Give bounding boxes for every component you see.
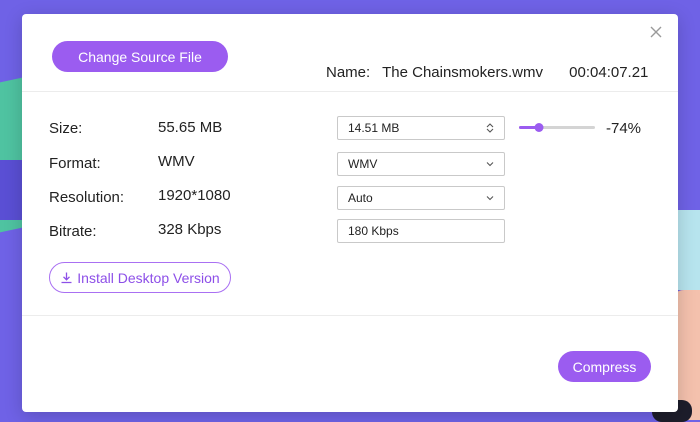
bitrate-input[interactable]: 180 Kbps [337, 219, 505, 243]
change-source-file-button[interactable]: Change Source File [52, 41, 228, 72]
compression-slider[interactable] [519, 123, 595, 132]
size-label: Size: [49, 120, 83, 137]
divider [22, 91, 678, 92]
compression-percent: -74% [606, 120, 642, 137]
size-stepper[interactable]: 14.51 MB [337, 116, 505, 140]
resolution-original-value: 1920*1080 [158, 187, 231, 204]
install-desktop-button[interactable]: Install Desktop Version [49, 262, 231, 293]
stepper-arrows-icon[interactable] [484, 122, 496, 134]
install-desktop-label: Install Desktop Version [77, 269, 220, 286]
size-target-value: 14.51 MB [348, 121, 400, 135]
close-icon[interactable] [648, 24, 664, 40]
bitrate-original-value: 328 Kbps [158, 221, 222, 238]
download-icon [61, 272, 72, 284]
chevron-down-icon [486, 196, 494, 201]
compress-dialog: Change Source File Name: The Chainsmoker… [22, 14, 678, 412]
format-original-value: WMV [158, 153, 195, 170]
chevron-down-icon [486, 162, 494, 167]
file-info: Name: The Chainsmokers.wmv 00:04:07.21 [326, 64, 648, 81]
size-original-value: 55.65 MB [158, 119, 223, 136]
format-label: Format: [49, 155, 101, 172]
slider-knob[interactable] [534, 123, 544, 132]
format-select[interactable]: WMV [337, 152, 505, 176]
resolution-selected-value: Auto [348, 191, 373, 205]
bitrate-label: Bitrate: [49, 223, 97, 240]
divider [22, 315, 678, 316]
name-label: Name: [326, 64, 371, 81]
duration: 00:04:07.21 [569, 64, 649, 81]
compress-button[interactable]: Compress [558, 351, 651, 382]
resolution-select[interactable]: Auto [337, 186, 505, 210]
file-name: The Chainsmokers.wmv [382, 64, 543, 81]
resolution-label: Resolution: [49, 189, 125, 206]
format-selected-value: WMV [348, 157, 378, 171]
bitrate-target-value: 180 Kbps [348, 224, 399, 238]
